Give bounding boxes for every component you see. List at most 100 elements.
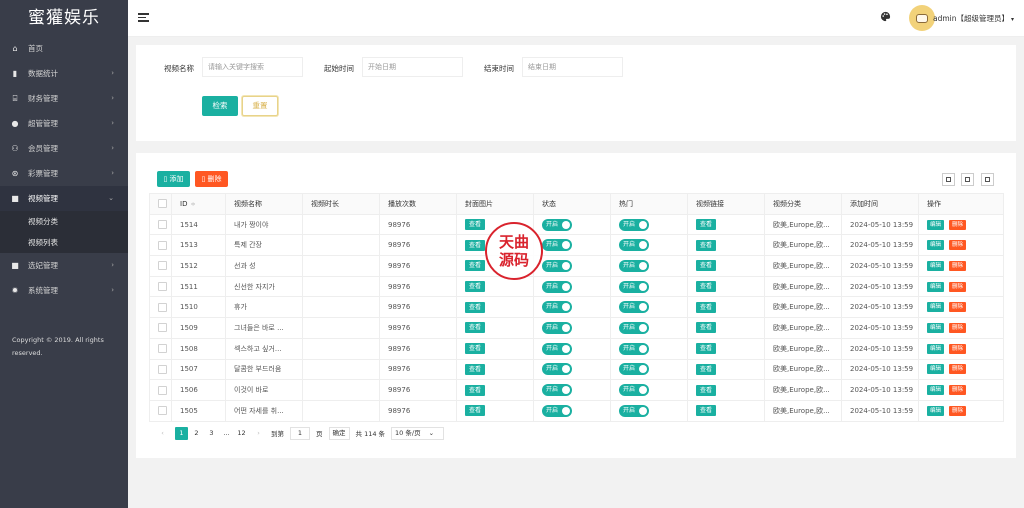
row-checkbox[interactable] (158, 385, 167, 395)
view-cover-button[interactable]: 查看 (465, 363, 486, 375)
reset-button[interactable]: 重置 (242, 96, 278, 116)
sort-icon[interactable]: ≑ (190, 201, 195, 208)
edit-button[interactable]: 编辑 (927, 302, 945, 313)
view-link-button[interactable]: 查看 (696, 301, 717, 313)
remove-button[interactable]: 删除 (949, 281, 967, 292)
view-cover-button[interactable]: 查看 (465, 384, 486, 396)
col-id[interactable]: ID ≑ (171, 193, 226, 215)
view-cover-button[interactable]: 查看 (465, 281, 486, 293)
remove-button[interactable]: 删除 (949, 260, 967, 271)
view-link-button[interactable]: 查看 (696, 322, 717, 334)
search-button[interactable]: 检索 (202, 96, 238, 116)
status-toggle[interactable]: 开启 (542, 280, 572, 293)
hot-toggle[interactable]: 开启 (619, 280, 649, 293)
hot-toggle[interactable]: 开启 (619, 321, 649, 334)
view-cover-button[interactable]: 查看 (465, 322, 486, 334)
sidebar-item-7[interactable]: ■ 选妃管理 › (0, 253, 128, 278)
name-search-input[interactable]: 请输入关键字搜索 (202, 57, 303, 77)
view-cover-button[interactable]: 查看 (465, 343, 486, 355)
status-toggle[interactable]: 开启 (542, 259, 572, 272)
sidebar-item-5[interactable]: ⊛ 彩票管理 › (0, 161, 128, 186)
remove-button[interactable]: 删除 (949, 364, 967, 375)
edit-button[interactable]: 编辑 (927, 405, 945, 416)
prev-page-icon[interactable]: ‹ (156, 427, 169, 440)
sidebar-item-4[interactable]: ⚇ 会员管理 › (0, 136, 128, 161)
edit-button[interactable]: 编辑 (927, 343, 945, 354)
view-cover-button[interactable]: 查看 (465, 260, 486, 272)
view-link-button[interactable]: 查看 (696, 363, 717, 375)
view-link-button[interactable]: 查看 (696, 405, 717, 417)
sidebar-subitem-1[interactable]: 视频列表 (0, 232, 128, 253)
remove-button[interactable]: 删除 (949, 240, 967, 251)
hot-toggle[interactable]: 开启 (619, 404, 649, 417)
add-button[interactable]: ▯ 添加 (157, 171, 190, 187)
row-checkbox[interactable] (158, 240, 167, 250)
hot-toggle[interactable]: 开启 (619, 342, 649, 355)
sidebar-item-8[interactable]: ✹ 系统管理 › (0, 278, 128, 303)
sidebar-item-0[interactable]: ⌂ 首页 (0, 36, 128, 61)
remove-button[interactable]: 删除 (949, 219, 967, 230)
user-menu[interactable]: admin【超级管理员】 ▾ (933, 0, 1014, 37)
end-date-input[interactable]: 结束日期 (522, 57, 623, 77)
page-size-select[interactable]: 10 条/页 ⌄ (391, 426, 445, 440)
row-checkbox[interactable] (158, 302, 167, 312)
sidebar-item-6[interactable]: ■ 视频管理 ⌄ (0, 186, 128, 211)
edit-button[interactable]: 编辑 (927, 364, 945, 375)
edit-button[interactable]: 编辑 (927, 281, 945, 292)
hot-toggle[interactable]: 开启 (619, 239, 649, 252)
status-toggle[interactable]: 开启 (542, 239, 572, 252)
row-checkbox[interactable] (158, 323, 167, 333)
view-link-button[interactable]: 查看 (696, 343, 717, 355)
edit-button[interactable]: 编辑 (927, 240, 945, 251)
remove-button[interactable]: 删除 (949, 385, 967, 396)
sidebar-item-1[interactable]: ▮ 数据统计 › (0, 61, 128, 86)
export-icon[interactable] (961, 173, 974, 186)
page-jump-input[interactable]: 1 (290, 426, 310, 440)
view-cover-button[interactable]: 查看 (465, 405, 486, 417)
view-link-button[interactable]: 查看 (696, 239, 717, 251)
row-checkbox[interactable] (158, 282, 167, 292)
hot-toggle[interactable]: 开启 (619, 384, 649, 397)
hot-toggle[interactable]: 开启 (619, 259, 649, 272)
page-button[interactable]: 2 (190, 427, 203, 440)
remove-button[interactable]: 删除 (949, 302, 967, 313)
sidebar-item-3[interactable]: ● 超管管理 › (0, 111, 128, 136)
hot-toggle[interactable]: 开启 (619, 301, 649, 314)
start-date-input[interactable]: 开始日期 (362, 57, 463, 77)
sidebar-item-2[interactable]: ⌸ 财务管理 › (0, 86, 128, 111)
edit-button[interactable]: 编辑 (927, 260, 945, 271)
status-toggle[interactable]: 开启 (542, 342, 572, 355)
page-button[interactable]: 12 (235, 427, 248, 440)
hot-toggle[interactable]: 开启 (619, 363, 649, 376)
view-cover-button[interactable]: 查看 (465, 219, 486, 231)
view-link-button[interactable]: 查看 (696, 281, 717, 293)
status-toggle[interactable]: 开启 (542, 321, 572, 334)
hot-toggle[interactable]: 开启 (619, 218, 649, 231)
sidebar-subitem-0[interactable]: 视频分类 (0, 211, 128, 232)
page-button[interactable]: 1 (175, 426, 188, 440)
view-link-button[interactable]: 查看 (696, 384, 717, 396)
remove-button[interactable]: 删除 (949, 343, 967, 354)
view-link-button[interactable]: 查看 (696, 219, 717, 231)
edit-button[interactable]: 编辑 (927, 385, 945, 396)
row-checkbox[interactable] (158, 406, 167, 416)
status-toggle[interactable]: 开启 (542, 384, 572, 397)
view-cover-button[interactable]: 查看 (465, 301, 486, 313)
menu-toggle-icon[interactable] (138, 13, 149, 22)
row-checkbox[interactable] (158, 220, 167, 230)
delete-button[interactable]: ▯ 删除 (195, 171, 228, 187)
select-all-checkbox[interactable] (158, 199, 167, 209)
status-toggle[interactable]: 开启 (542, 404, 572, 417)
status-toggle[interactable]: 开启 (542, 218, 572, 231)
edit-button[interactable]: 编辑 (927, 219, 945, 230)
row-checkbox[interactable] (158, 344, 167, 354)
view-link-button[interactable]: 查看 (696, 260, 717, 272)
avatar[interactable] (909, 5, 935, 31)
row-checkbox[interactable] (158, 364, 167, 374)
view-cover-button[interactable]: 查看 (465, 239, 486, 251)
row-checkbox[interactable] (158, 261, 167, 271)
status-toggle[interactable]: 开启 (542, 363, 572, 376)
palette-icon[interactable] (880, 11, 891, 22)
print-icon[interactable] (981, 173, 994, 186)
next-page-icon[interactable]: › (252, 427, 265, 440)
